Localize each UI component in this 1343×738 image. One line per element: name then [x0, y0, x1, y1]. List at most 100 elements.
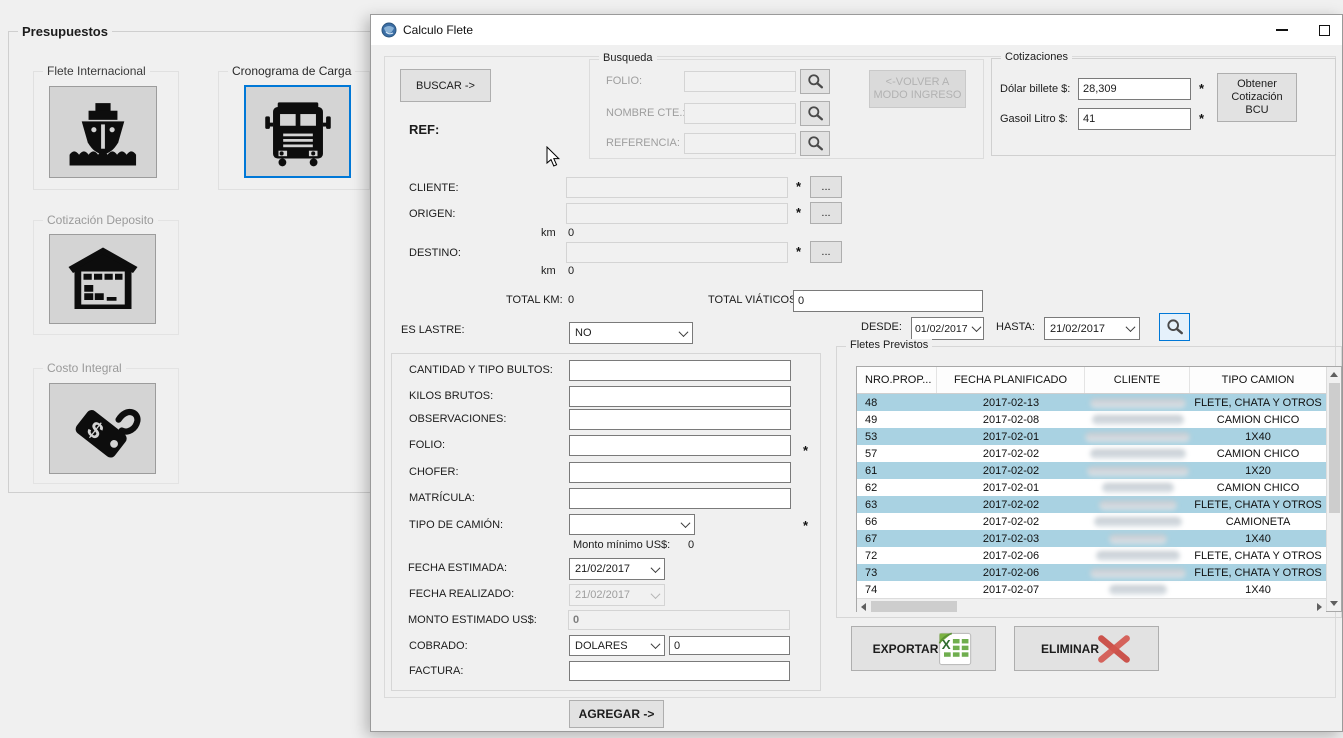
fecha-realizado-select[interactable]: 21/02/2017 — [569, 584, 665, 606]
folio-search-button[interactable] — [800, 69, 830, 94]
observaciones-input[interactable] — [569, 409, 791, 430]
minimize-button[interactable] — [1259, 15, 1305, 45]
table-row[interactable]: 732017-02-06FLETE, CHATA Y OTROS — [857, 564, 1326, 581]
table-row[interactable]: 622017-02-01CAMION CHICO — [857, 479, 1326, 496]
observaciones-label: OBSERVACIONES: — [409, 413, 506, 425]
desde-label: DESDE: — [861, 321, 902, 333]
origen-required-star: * — [796, 205, 801, 220]
matricula-input[interactable] — [569, 488, 791, 509]
referencia-search-button[interactable] — [800, 131, 830, 156]
costo-integral-button[interactable]: $ — [49, 383, 156, 474]
table-row[interactable]: 632017-02-02FLETE, CHATA Y OTROS — [857, 496, 1326, 513]
nombre-cte-input[interactable] — [684, 103, 796, 124]
eliminar-button[interactable]: ELIMINAR — [1014, 626, 1159, 671]
desde-select[interactable]: 01/02/2017 — [911, 317, 984, 340]
matricula-label: MATRÍCULA: — [409, 492, 475, 504]
chevron-down-icon — [1126, 322, 1136, 332]
chofer-input[interactable] — [569, 462, 791, 483]
tipo-camion-select[interactable] — [569, 514, 695, 535]
volver-modo-ingreso-button[interactable]: <-VOLVER A MODO INGRESO — [869, 70, 966, 108]
dolar-billete-input[interactable]: 28,309 — [1078, 78, 1191, 100]
col-tipo-camion[interactable]: TIPO CAMION — [1190, 367, 1326, 393]
redacted-client — [1109, 534, 1167, 544]
folio-search-label: FOLIO: — [606, 75, 642, 87]
cliente-browse-button[interactable]: ... — [810, 176, 842, 198]
obtener-line2: Cotización — [1231, 91, 1282, 104]
flete-internacional-button[interactable] — [49, 86, 157, 178]
volver-line1: <-VOLVER A — [886, 76, 950, 89]
window-title: Calculo Flete — [403, 23, 473, 37]
scroll-up-icon — [1330, 372, 1338, 377]
hasta-value: 21/02/2017 — [1050, 323, 1105, 335]
table-row[interactable]: 672017-02-031X40 — [857, 530, 1326, 547]
redacted-client — [1092, 415, 1184, 425]
table-header: NRO.PROP... FECHA PLANIFICADO CLIENTE TI… — [857, 367, 1326, 394]
col-fecha-planificado[interactable]: FECHA PLANIFICADO — [937, 367, 1085, 393]
cliente-input[interactable] — [566, 177, 788, 198]
table-row[interactable]: 492017-02-08CAMION CHICO — [857, 411, 1326, 428]
total-viaticos-input[interactable]: 0 — [793, 290, 983, 312]
fecha-estimada-label: FECHA ESTIMADA: — [408, 562, 507, 574]
chevron-down-icon — [972, 322, 982, 332]
cliente-required-star: * — [796, 179, 801, 194]
scroll-down-icon — [1330, 601, 1338, 606]
table-row[interactable]: 532017-02-011X40 — [857, 428, 1326, 445]
cobrado-monto-input[interactable]: 0 — [669, 636, 790, 655]
horizontal-scrollbar[interactable] — [857, 598, 1326, 615]
cobrado-moneda-select[interactable]: DOLARES — [569, 635, 665, 656]
scroll-left-icon — [861, 603, 866, 611]
redacted-client — [1087, 466, 1189, 476]
busqueda-title: Busqueda — [599, 52, 657, 64]
red-x-icon — [1096, 635, 1132, 663]
destino-browse-button[interactable]: ... — [810, 241, 842, 263]
exportar-button[interactable]: EXPORTAR X — [851, 626, 996, 671]
table-row[interactable]: 612017-02-021X20 — [857, 462, 1326, 479]
obtener-line3: BCU — [1245, 104, 1268, 117]
factura-input[interactable] — [569, 661, 790, 681]
cotizacion-deposito-button[interactable] — [49, 234, 156, 324]
excel-sheet-icon: X — [934, 630, 974, 668]
cotizaciones-title: Cotizaciones — [1001, 51, 1072, 63]
agregar-button[interactable]: AGREGAR -> — [569, 700, 664, 728]
buscar-button[interactable]: BUSCAR -> — [400, 69, 491, 102]
obtener-cotizacion-bcu-button[interactable]: Obtener Cotización BCU — [1217, 73, 1297, 122]
maximize-button[interactable] — [1305, 15, 1343, 45]
fletes-table: NRO.PROP... FECHA PLANIFICADO CLIENTE TI… — [856, 366, 1342, 612]
origen-browse-button[interactable]: ... — [810, 202, 842, 224]
cronograma-de-carga-button[interactable] — [244, 85, 351, 178]
hasta-select[interactable]: 21/02/2017 — [1044, 317, 1140, 340]
chevron-down-icon — [651, 639, 661, 649]
es-lastre-select[interactable]: NO — [569, 322, 693, 344]
horizontal-scrollbar-thumb[interactable] — [871, 601, 957, 612]
col-cliente[interactable]: CLIENTE — [1085, 367, 1190, 393]
kilos-brutos-input[interactable] — [569, 386, 791, 407]
vertical-scrollbar-thumb[interactable] — [1329, 383, 1340, 513]
col-nro-prop[interactable]: NRO.PROP... — [857, 367, 937, 393]
table-row[interactable]: 722017-02-06FLETE, CHATA Y OTROS — [857, 547, 1326, 564]
fecha-estimada-select[interactable]: 21/02/2017 — [569, 558, 665, 580]
cantidad-bultos-input[interactable] — [569, 360, 791, 381]
origen-input[interactable] — [566, 203, 788, 224]
destino-input[interactable] — [566, 242, 788, 263]
folio-input[interactable] — [569, 435, 791, 456]
redacted-client — [1090, 568, 1186, 578]
folio-search-input[interactable] — [684, 71, 796, 92]
table-row[interactable]: 482017-02-13FLETE, CHATA Y OTROS — [857, 394, 1326, 411]
table-row[interactable]: 662017-02-02CAMIONETA — [857, 513, 1326, 530]
nombre-cte-search-button[interactable] — [800, 101, 830, 126]
referencia-input[interactable] — [684, 133, 796, 154]
fecha-estimada-value: 21/02/2017 — [575, 563, 630, 575]
table-row[interactable]: 572017-02-02CAMION CHICO — [857, 445, 1326, 462]
chevron-down-icon — [651, 563, 661, 573]
calculo-flete-window: Calculo Flete BUSCAR -> REF: Busqueda FO… — [370, 14, 1343, 732]
chevron-down-icon — [681, 518, 691, 528]
table-row[interactable]: 742017-02-071X40 — [857, 581, 1326, 598]
shortcut-cotizacion-deposito-label: Cotización Deposito — [43, 213, 158, 227]
km-destino-label: km — [541, 265, 556, 277]
monto-estimado-input[interactable]: 0 — [568, 610, 790, 630]
titlebar[interactable]: Calculo Flete — [371, 15, 1342, 45]
vertical-scrollbar[interactable] — [1326, 367, 1341, 611]
gasoil-input[interactable]: 41 — [1078, 108, 1191, 130]
buscar-fletes-button[interactable] — [1159, 313, 1190, 341]
dolar-required-star: * — [1199, 81, 1204, 96]
